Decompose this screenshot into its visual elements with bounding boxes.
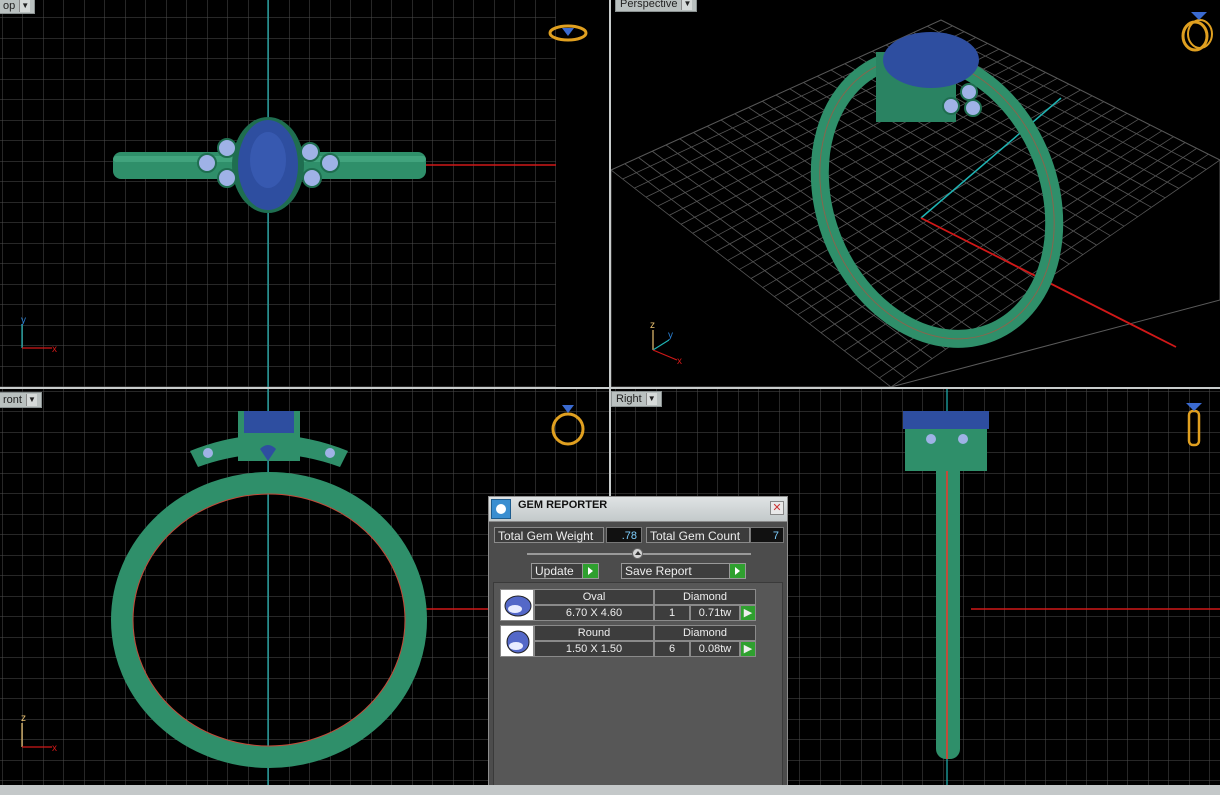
save-report-button[interactable]: Save Report (621, 563, 746, 579)
chevron-down-icon[interactable]: ▼ (19, 0, 31, 12)
perspective-grid (611, 19, 1220, 387)
ring-front-view-icon[interactable] (548, 399, 588, 449)
gem-material: Diamond (654, 589, 756, 605)
gem-list[interactable]: Oval Diamond 6.70 X 4.60 1 0.71tw ▶ Roun… (493, 582, 783, 792)
total-gem-weight-label: Total Gem Weight (494, 527, 604, 543)
gem-material: Diamond (654, 625, 756, 641)
total-gem-weight-value: .78 (606, 527, 642, 543)
total-gem-count-value: 7 (750, 527, 784, 543)
top-view-grid (0, 0, 556, 387)
gem-shape: Oval (534, 589, 654, 605)
chevron-down-icon[interactable]: ▼ (25, 394, 37, 406)
play-arrow-icon[interactable] (582, 564, 598, 578)
svg-text:x: x (52, 743, 57, 752)
axis-y-label: y (21, 315, 26, 326)
collapse-toggle-icon[interactable] (632, 548, 643, 559)
chevron-down-icon[interactable]: ▼ (681, 0, 693, 10)
side-gem (217, 138, 237, 158)
svg-text:y: y (668, 330, 673, 341)
gem-count: 1 (654, 605, 690, 621)
total-gem-count-label: Total Gem Count (646, 527, 750, 543)
axis-triad-top: y x (21, 315, 57, 355)
gem-row-oval[interactable]: Oval Diamond 6.70 X 4.60 1 0.71tw ▶ (500, 589, 756, 621)
gem-details-arrow-icon[interactable]: ▶ (740, 641, 756, 657)
axis-triad-perspective: z y x (650, 320, 682, 367)
dialog-title: GEM REPORTER (518, 499, 608, 511)
gem-details-arrow-icon[interactable]: ▶ (740, 605, 756, 621)
gem-size: 6.70 X 4.60 (534, 605, 654, 621)
svg-text:z: z (650, 320, 655, 331)
center-gem-right (903, 411, 989, 429)
viewport-right-label[interactable]: Right ▼ (611, 391, 662, 407)
viewport-front-label[interactable]: ront ▼ (0, 392, 42, 408)
play-arrow-icon[interactable] (729, 564, 745, 578)
gem-reporter-logo-icon (491, 499, 511, 519)
gem-shape: Round (534, 625, 654, 641)
ring-top-view-icon[interactable] (548, 22, 588, 44)
center-oval-gem-perspective (883, 32, 979, 88)
dialog-title-bar[interactable]: GEM REPORTER ✕ (489, 497, 787, 522)
gem-reporter-dialog[interactable]: GEM REPORTER ✕ Total Gem Weight .78 Tota… (488, 496, 788, 795)
svg-text:x: x (677, 356, 682, 367)
status-bar (0, 785, 1220, 795)
viewport-top-label[interactable]: op ▼ (0, 0, 36, 14)
gem-weight: 0.08tw (690, 641, 740, 657)
viewport-perspective[interactable]: Perspective ▼ z y x (611, 0, 1220, 387)
viewport-top[interactable]: op ▼ y x (0, 0, 609, 387)
chevron-down-icon[interactable]: ▼ (645, 393, 657, 405)
close-button[interactable]: ✕ (770, 501, 784, 515)
gem-row-round[interactable]: Round Diamond 1.50 X 1.50 6 0.08tw ▶ (500, 625, 756, 657)
ring-right-view-icon[interactable] (1181, 399, 1207, 451)
gem-count: 6 (654, 641, 690, 657)
ring-perspective-view-icon[interactable] (1177, 6, 1217, 52)
svg-text:z: z (21, 713, 26, 724)
gem-size: 1.50 X 1.50 (534, 641, 654, 657)
axis-triad-front: z x (21, 713, 57, 752)
center-gem-front (244, 411, 294, 433)
update-button[interactable]: Update (531, 563, 599, 579)
gem-weight: 0.71tw (690, 605, 740, 621)
round-gem-thumbnail-icon (500, 625, 534, 657)
axis-x-label: x (52, 344, 57, 355)
oval-gem-thumbnail-icon (500, 589, 534, 621)
viewport-perspective-label[interactable]: Perspective ▼ (615, 0, 698, 12)
